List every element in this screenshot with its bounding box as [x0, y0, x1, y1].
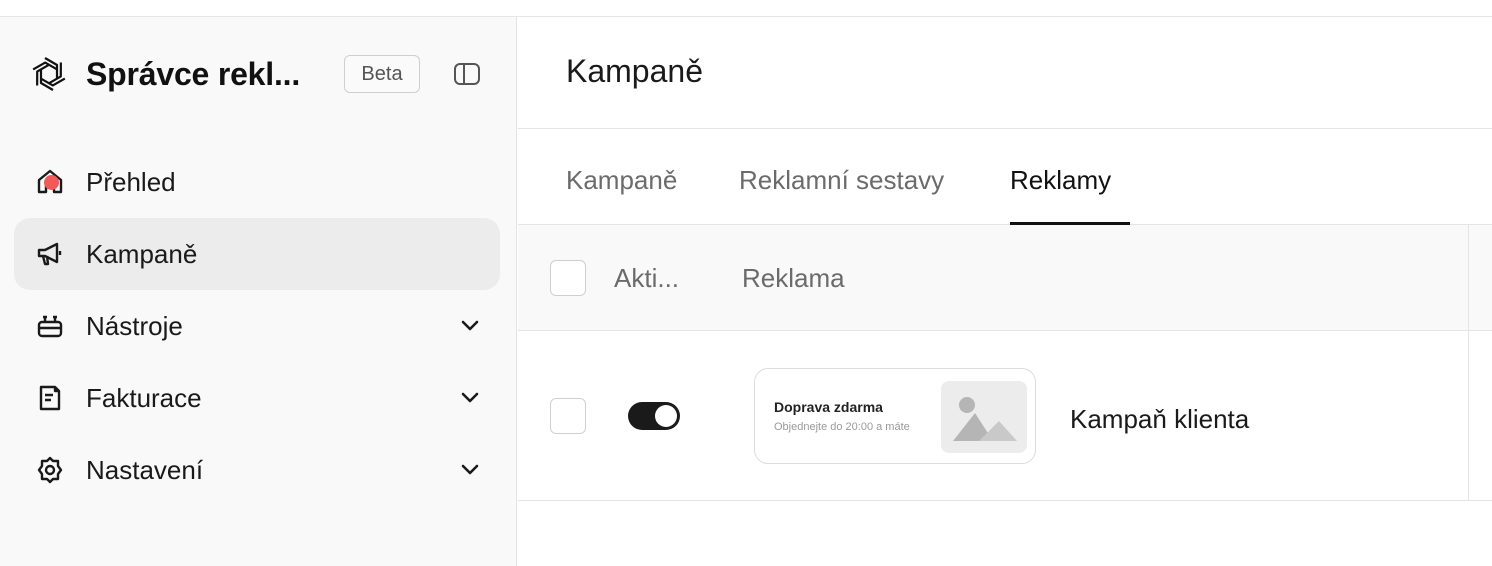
ad-preview-headline: Doprava zdarma — [774, 399, 883, 415]
megaphone-icon — [32, 236, 68, 272]
table-header: Akti... Reklama — [518, 225, 1492, 331]
ad-name[interactable]: Kampaň klienta — [1070, 404, 1249, 435]
receipt-icon — [32, 380, 68, 416]
column-divider — [1468, 225, 1469, 501]
main-content: Kampaně Kampaně Reklamní sestavy Reklamy… — [518, 17, 1492, 566]
active-toggle[interactable] — [628, 402, 680, 430]
tab-reklamy[interactable]: Reklamy — [1010, 165, 1111, 196]
select-all-checkbox[interactable] — [550, 260, 586, 296]
sidebar-item-label: Přehled — [86, 166, 176, 197]
tab-bar: Kampaně Reklamní sestavy Reklamy — [518, 129, 1492, 225]
sidebar-toggle-button[interactable] — [450, 59, 484, 89]
gear-icon — [32, 452, 68, 488]
sidebar-item-nastaveni[interactable]: Nastavení — [14, 434, 500, 506]
app-title: Správce rekl... — [86, 55, 301, 92]
ad-preview-subtext: Objednejte do 20:00 a máte — [774, 421, 910, 433]
sidebar-item-kampane[interactable]: Kampaně — [14, 218, 500, 290]
page-title: Kampaně — [566, 53, 703, 89]
sidebar-item-label: Kampaně — [86, 238, 198, 269]
brand: Správce rekl... Beta — [28, 53, 488, 95]
chevron-down-icon[interactable] — [458, 386, 482, 410]
image-placeholder-icon — [941, 381, 1027, 453]
sidebar-panel-icon — [454, 63, 480, 85]
sidebar-item-label: Nastavení — [86, 454, 204, 485]
ad-preview-card[interactable]: Doprava zdarma Objednejte do 20:00 a mát… — [754, 368, 1036, 464]
chevron-down-icon[interactable] — [458, 314, 482, 338]
sidebar-nav: Přehled Kampaně Nástroje Fakturace Nasta… — [14, 146, 500, 506]
beta-badge: Beta — [344, 55, 420, 93]
top-bar — [0, 0, 1492, 17]
sidebar-item-label: Fakturace — [86, 382, 202, 413]
toggle-knob — [655, 405, 677, 427]
sidebar-item-prehled[interactable]: Přehled — [14, 146, 500, 218]
openai-logo-icon — [28, 53, 70, 95]
column-header-ad[interactable]: Reklama — [742, 263, 845, 294]
sidebar: Správce rekl... Beta Přehled Kampaně Nás… — [0, 17, 517, 566]
tab-reklamni-sestavy[interactable]: Reklamní sestavy — [739, 165, 944, 196]
tab-kampane[interactable]: Kampaně — [566, 165, 677, 196]
tools-icon — [32, 308, 68, 344]
page-header: Kampaně — [518, 17, 1492, 129]
table-row[interactable]: Doprava zdarma Objednejte do 20:00 a mát… — [518, 332, 1492, 501]
sidebar-item-nastroje[interactable]: Nástroje — [14, 290, 500, 362]
column-header-active[interactable]: Akti... — [614, 263, 679, 294]
chevron-down-icon[interactable] — [458, 458, 482, 482]
row-checkbox[interactable] — [550, 398, 586, 434]
sidebar-item-label: Nástroje — [86, 310, 183, 341]
notification-dot — [44, 175, 59, 190]
sidebar-item-fakturace[interactable]: Fakturace — [14, 362, 500, 434]
